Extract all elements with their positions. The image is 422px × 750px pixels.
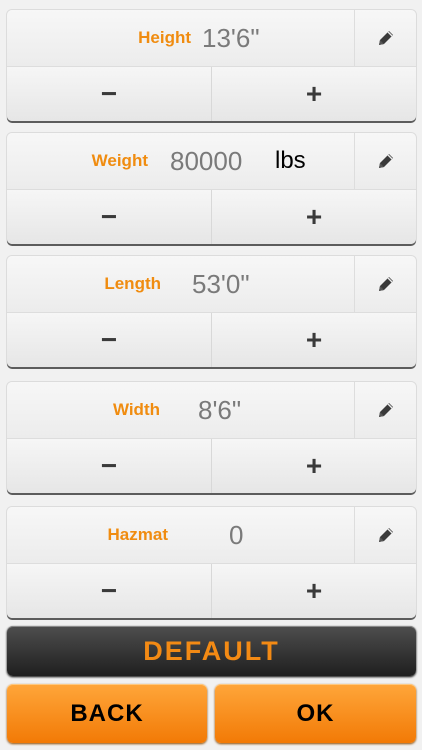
length-decrement-button[interactable]: − <box>7 313 212 367</box>
hazmat-increment-button[interactable]: + <box>212 564 416 618</box>
length-card: Length 53'0" − + <box>7 256 416 367</box>
pencil-icon <box>379 277 393 291</box>
truck-dimensions-screen: Height 13'6" − + Weight 80000 lbs − + Le… <box>0 0 422 750</box>
height-label-row: Height 13'6" <box>7 10 354 66</box>
default-button[interactable]: DEFAULT <box>7 626 416 676</box>
weight-value: 80000 <box>170 146 243 176</box>
hazmat-stepper: − + <box>7 564 416 618</box>
length-label-row: Length 53'0" <box>7 256 354 312</box>
hazmat-value: 0 <box>229 520 244 550</box>
minus-icon: − <box>100 324 118 355</box>
plus-icon: + <box>305 324 323 355</box>
length-edit-button[interactable] <box>354 256 416 312</box>
pencil-icon <box>379 31 393 45</box>
ok-button[interactable]: OK <box>215 684 416 743</box>
length-stepper: − + <box>7 313 416 367</box>
height-edit-button[interactable] <box>354 10 416 66</box>
weight-label: Weight <box>91 151 148 170</box>
weight-display: Weight 80000 lbs <box>7 133 416 190</box>
weight-edit-button[interactable] <box>354 133 416 189</box>
weight-increment-button[interactable]: + <box>212 190 416 244</box>
minus-icon: − <box>100 450 118 481</box>
weight-unit: lbs <box>275 147 306 174</box>
height-decrement-button[interactable]: − <box>7 67 212 121</box>
length-label: Length <box>104 274 161 293</box>
height-stepper: − + <box>7 67 416 121</box>
back-button[interactable]: BACK <box>7 684 207 743</box>
pencil-icon <box>379 154 393 168</box>
weight-card: Weight 80000 lbs − + <box>7 133 416 244</box>
width-increment-button[interactable]: + <box>212 439 416 493</box>
length-increment-button[interactable]: + <box>212 313 416 367</box>
length-display: Length 53'0" <box>7 256 416 313</box>
hazmat-card: Hazmat 0 − + <box>7 507 416 618</box>
minus-icon: − <box>100 78 118 109</box>
width-decrement-button[interactable]: − <box>7 439 212 493</box>
width-edit-button[interactable] <box>354 382 416 438</box>
plus-icon: + <box>305 575 323 606</box>
plus-icon: + <box>305 201 323 232</box>
width-label-row: Width 8'6" <box>7 382 354 438</box>
minus-icon: − <box>100 201 118 232</box>
hazmat-label: Hazmat <box>107 525 168 544</box>
pencil-icon <box>379 403 393 417</box>
width-label: Width <box>112 400 160 419</box>
height-card: Height 13'6" − + <box>7 10 416 121</box>
height-increment-button[interactable]: + <box>212 67 416 121</box>
weight-label-row: Weight 80000 lbs <box>7 133 354 189</box>
back-button-label: BACK <box>70 699 144 727</box>
width-card: Width 8'6" − + <box>7 382 416 493</box>
default-button-label: DEFAULT <box>143 635 280 666</box>
plus-icon: + <box>305 450 323 481</box>
height-value: 13'6" <box>202 23 260 53</box>
width-display: Width 8'6" <box>7 382 416 439</box>
hazmat-display: Hazmat 0 <box>7 507 416 564</box>
ok-button-label: OK <box>296 699 335 727</box>
weight-stepper: − + <box>7 190 416 244</box>
height-display: Height 13'6" <box>7 10 416 67</box>
hazmat-label-row: Hazmat 0 <box>7 507 354 563</box>
height-label: Height <box>138 28 191 47</box>
minus-icon: − <box>100 575 118 606</box>
hazmat-decrement-button[interactable]: − <box>7 564 212 618</box>
width-stepper: − + <box>7 439 416 493</box>
weight-decrement-button[interactable]: − <box>7 190 212 244</box>
width-value: 8'6" <box>198 395 242 425</box>
pencil-icon <box>379 528 393 542</box>
length-value: 53'0" <box>192 269 250 299</box>
hazmat-edit-button[interactable] <box>354 507 416 563</box>
plus-icon: + <box>305 78 323 109</box>
